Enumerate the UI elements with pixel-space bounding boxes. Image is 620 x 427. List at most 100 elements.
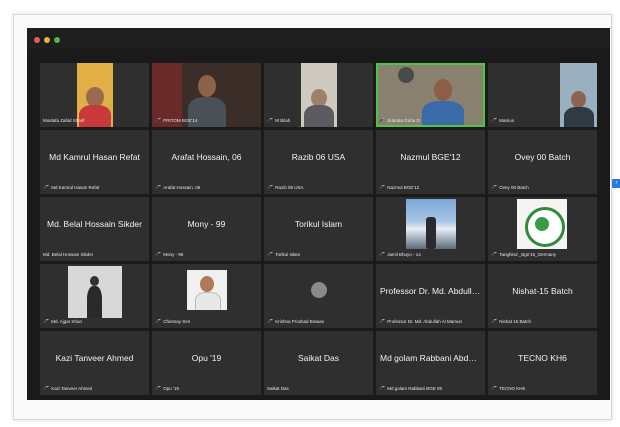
participant-label: 🎤 Chinmay Sen <box>155 319 191 324</box>
muted-mic-icon: 🎤 <box>43 185 50 190</box>
muted-mic-icon: 🎤 <box>267 118 274 123</box>
participant-tile[interactable]: 🎤 Md. Ajgar Khan <box>40 264 149 328</box>
participant-name: Md golam Rabbani Abdull... <box>380 353 484 363</box>
participant-tile[interactable]: Nishat-15 Batch 🎤 Nishat 15 Batch <box>488 264 597 328</box>
participant-tile[interactable]: Mostafa Zahid Sharif <box>40 63 149 127</box>
participant-label: 🎤 Nazmul BGE'12 <box>379 185 420 190</box>
participant-tile[interactable]: Professor Dr. Md. Abdulla... 🎤 Professor … <box>376 264 485 328</box>
participant-name: Torikul Islam <box>294 219 343 229</box>
muted-mic-icon: 🎤 <box>379 185 386 190</box>
muted-mic-icon: 🎤 <box>155 118 162 123</box>
participant-tile[interactable]: 🎤 Jamil Bhuyo - 14 <box>376 197 485 261</box>
participant-label: 🎤 M Bilah <box>267 118 291 123</box>
participant-label: 🎤 Ovey 00 Batch <box>491 185 529 190</box>
participant-name: Arafat Hossain, 06 <box>171 152 242 162</box>
participant-label: 🎤 PRITOM BGE'14 <box>155 118 198 123</box>
participant-label: 🎤 Torikul Islam <box>267 252 301 257</box>
muted-mic-icon: 🎤 <box>155 185 162 190</box>
profile-picture <box>311 282 327 298</box>
profile-picture <box>68 266 122 318</box>
muted-mic-icon: 🎤 <box>491 252 498 257</box>
muted-mic-icon: 🎤 <box>267 252 274 257</box>
participant-video <box>301 63 337 127</box>
participant-tile[interactable]: 🎤 Mamun <box>488 63 597 127</box>
participant-label: 🎤 Md. Ajgar Khan <box>43 319 83 324</box>
muted-mic-icon: 🎤 <box>267 185 274 190</box>
next-page-button[interactable]: › <box>612 179 620 188</box>
participant-tile[interactable]: Arafat Hossain, 06 🎤 Arafat Hossain, 06 <box>152 130 261 194</box>
participant-label: 🎤 Krishna Proshad Biswas <box>267 319 325 324</box>
profile-picture <box>517 199 567 249</box>
participant-tile[interactable]: Saikat Das Saikat Das <box>264 331 373 395</box>
muted-mic-icon: 🎤 <box>379 118 386 123</box>
participant-name: Md Kamrul Hasan Refat <box>49 152 140 162</box>
participant-tile[interactable]: 🎤 Tanghirul _Bge'16_Germany <box>488 197 597 261</box>
participant-tile[interactable]: Md golam Rabbani Abdull... 🎤 Md golam Rab… <box>376 331 485 395</box>
participant-tile[interactable]: Ovey 00 Batch 🎤 Ovey 00 Batch <box>488 130 597 194</box>
participant-tile[interactable]: Torikul Islam 🎤 Torikul Islam <box>264 197 373 261</box>
participant-label: 🎤 Razib 06 USA <box>267 185 304 190</box>
muted-mic-icon: 🎤 <box>491 118 498 123</box>
participant-tile[interactable]: TECNO KH6 🎤 TECNO KH6 <box>488 331 597 395</box>
profile-picture <box>187 270 227 310</box>
participant-label: 🎤 Opu '19 <box>155 386 179 391</box>
participant-tile[interactable]: 🎤 Krishna Proshad Biswas <box>264 264 373 328</box>
participant-label: 🎤 Kazi Tanveer Ahmed <box>43 386 93 391</box>
gallery-view: Mostafa Zahid Sharif 🎤 PRITOM BGE'14 🎤 M B… <box>40 63 597 395</box>
participant-label: 🎤 TECNO KH6 <box>491 386 525 391</box>
participant-label: 🎤 Mamun <box>491 118 515 123</box>
muted-mic-icon: 🎤 <box>491 319 498 324</box>
muted-mic-icon: 🎤 <box>379 252 386 257</box>
participant-name: Saikat Das <box>297 353 340 363</box>
participant-tile[interactable]: Md. Belal Hossain Sikder Md. Belal Hossa… <box>40 197 149 261</box>
participant-tile[interactable]: Nazmul BGE'12 🎤 Nazmul BGE'12 <box>376 130 485 194</box>
participant-tile[interactable]: 🎤 Chinmay Sen <box>152 264 261 328</box>
participant-label: 🎤 Arafat Hossain, 06 <box>155 185 201 190</box>
participant-tile[interactable]: Kazi Tanveer Ahmed 🎤 Kazi Tanveer Ahmed <box>40 331 149 395</box>
participant-name: TECNO KH6 <box>518 353 567 363</box>
minimize-window-button[interactable] <box>44 37 50 43</box>
muted-mic-icon: 🎤 <box>491 386 498 391</box>
participant-tile[interactable]: Mony - 99 🎤 Mony - 99 <box>152 197 261 261</box>
title-bar <box>27 28 610 50</box>
meeting-window: Mostafa Zahid Sharif 🎤 PRITOM BGE'14 🎤 M B… <box>27 49 620 400</box>
participant-name: Nishat-15 Batch <box>512 286 573 296</box>
muted-mic-icon: 🎤 <box>491 185 498 190</box>
participant-name: Md. Belal Hossain Sikder <box>47 219 142 229</box>
muted-mic-icon: 🎤 <box>267 319 274 324</box>
muted-mic-icon: 🎤 <box>155 386 162 391</box>
participant-video <box>560 63 597 127</box>
participant-label: 🎤 Professor Dr. Md. Abdullah Al Mamun <box>379 319 463 324</box>
active-speaker-tile[interactable]: 🎤 Subrata Guha D <box>376 63 485 127</box>
participant-label: Saikat Das <box>267 386 289 391</box>
muted-mic-icon: 🎤 <box>379 319 386 324</box>
muted-mic-icon: 🎤 <box>155 252 162 257</box>
participant-name: Nazmul BGE'12 <box>400 152 461 162</box>
participant-name: Mony - 99 <box>187 219 226 229</box>
participant-label: 🎤 Mony - 99 <box>155 252 184 257</box>
participant-tile[interactable]: Md Kamrul Hasan Refat 🎤 Md Kamrul Hasan R… <box>40 130 149 194</box>
participant-tile[interactable]: Opu '19 🎤 Opu '19 <box>152 331 261 395</box>
participant-video <box>378 65 483 125</box>
muted-mic-icon: 🎤 <box>43 386 50 391</box>
maximize-window-button[interactable] <box>54 37 60 43</box>
participant-tile[interactable]: 🎤 PRITOM BGE'14 <box>152 63 261 127</box>
participant-label: 🎤 Tanghirul _Bge'16_Germany <box>491 252 557 257</box>
participant-label: 🎤 Nishat 15 Batch <box>491 319 532 324</box>
participant-label: 🎤 Md golam Rabbani BGE 09 <box>379 386 443 391</box>
participant-name: Opu '19 <box>191 353 222 363</box>
participant-tile[interactable]: Razib 06 USA 🎤 Razib 06 USA <box>264 130 373 194</box>
participant-label: Md. Belal Hossain Sikder <box>43 252 94 257</box>
participant-tile[interactable]: 🎤 M Bilah <box>264 63 373 127</box>
participant-name: Razib 06 USA <box>291 152 346 162</box>
close-window-button[interactable] <box>34 37 40 43</box>
muted-mic-icon: 🎤 <box>379 386 386 391</box>
muted-mic-icon: 🎤 <box>43 319 50 324</box>
participant-label: 🎤 Md Kamrul Hasan Refat <box>43 185 100 190</box>
muted-mic-icon: 🎤 <box>155 319 162 324</box>
participant-name: Professor Dr. Md. Abdulla... <box>380 286 484 296</box>
participant-name: Kazi Tanveer Ahmed <box>55 353 134 363</box>
profile-picture <box>406 199 456 249</box>
participant-label: 🎤 Jamil Bhuyo - 14 <box>379 252 421 257</box>
participant-name: Ovey 00 Batch <box>514 152 571 162</box>
